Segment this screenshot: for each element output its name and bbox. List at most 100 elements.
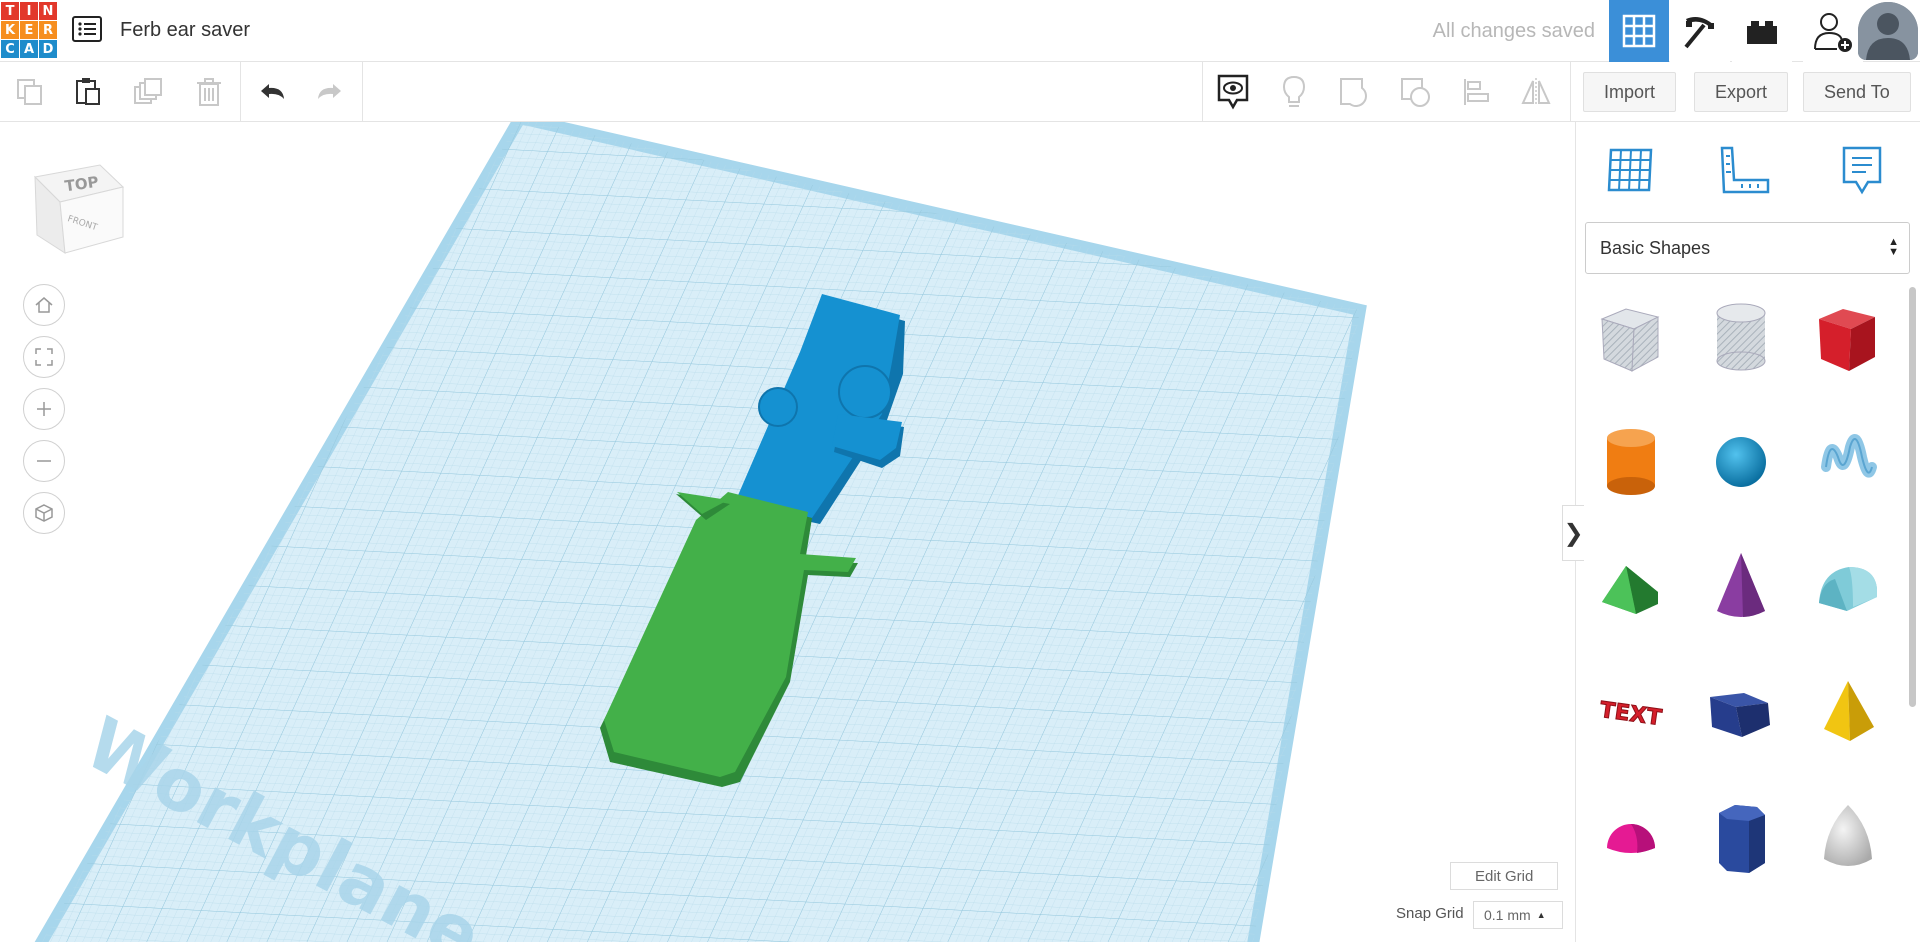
design-list-button[interactable] <box>72 16 102 44</box>
text-shape-label: TEXT <box>1598 698 1663 731</box>
duplicate-button[interactable] <box>130 74 166 110</box>
notes-visibility-button[interactable] <box>1215 74 1251 110</box>
shape-sphere[interactable] <box>1701 417 1781 507</box>
panel-collapse-button[interactable]: ❯ <box>1562 505 1584 561</box>
avatar[interactable] <box>1858 2 1918 60</box>
undo-icon <box>261 84 284 99</box>
shape-pyramid[interactable] <box>1808 667 1888 757</box>
user-avatar-icon <box>1858 2 1918 60</box>
3d-design-grid-icon <box>1622 14 1656 48</box>
design-list-icon <box>72 16 102 42</box>
align-button[interactable] <box>1459 74 1495 110</box>
mirror-button[interactable] <box>1518 74 1554 110</box>
fit-view-button[interactable] <box>23 336 65 378</box>
workplane-scene[interactable]: Workplane <box>0 122 1575 942</box>
zoom-out-icon <box>37 460 51 462</box>
copy-button[interactable] <box>12 74 48 110</box>
shape-category-select[interactable]: Basic Shapes ▲ ▼ <box>1585 222 1910 274</box>
logo-letter: A <box>20 40 38 58</box>
top-bar: TIN KER CAD Ferb ear saver All changes sav… <box>0 0 1920 62</box>
zoom-out-button[interactable] <box>23 440 65 482</box>
shape-wedge[interactable] <box>1701 667 1781 757</box>
delete-button[interactable] <box>191 74 227 110</box>
shape-roof[interactable] <box>1591 542 1671 632</box>
box-icon <box>1819 309 1875 371</box>
bricks-view-button[interactable] <box>1732 0 1792 62</box>
shapes-scrollbar[interactable] <box>1909 287 1916 707</box>
undo-button[interactable] <box>254 74 290 110</box>
shape-box[interactable] <box>1808 292 1888 382</box>
toolbar-divider <box>240 62 241 122</box>
invite-collaborator-button[interactable] <box>1803 0 1863 62</box>
snap-grid-select[interactable]: 0.1 mm ▲ <box>1473 901 1563 929</box>
design-title[interactable]: Ferb ear saver <box>120 19 250 42</box>
redo-icon <box>318 84 341 99</box>
workplane-grid-icon <box>1607 148 1653 192</box>
shape-scribble[interactable] <box>1808 417 1888 507</box>
half-sphere-icon <box>1607 824 1655 853</box>
cylinder-hole-icon <box>1716 303 1766 371</box>
cone-icon <box>1717 553 1765 617</box>
ungroup-icon <box>1401 78 1430 107</box>
logo-letter: T <box>1 2 19 20</box>
toolbar-divider <box>1202 62 1203 122</box>
paste-icon <box>76 78 100 105</box>
mirror-icon <box>1521 78 1551 106</box>
logo-letter: I <box>20 2 38 20</box>
pyramid-icon <box>1824 681 1874 741</box>
minecraft-build-button[interactable] <box>1670 0 1730 62</box>
shape-category-value: Basic Shapes <box>1600 237 1711 258</box>
logo-letter: C <box>1 40 19 58</box>
3d-design-view-button[interactable] <box>1609 0 1669 62</box>
zoom-in-icon <box>37 402 51 416</box>
pickaxe-build-icon <box>1684 17 1714 49</box>
toolbar: Import Export Send To <box>0 62 1920 122</box>
show-all-button[interactable] <box>1276 74 1312 110</box>
snap-grid-value: 0.1 mm <box>1484 907 1531 923</box>
3d-viewport[interactable]: Workplane TOP FRONT Edit Grid Snap Grid … <box>0 122 1575 942</box>
text-shape-icon: TEXT <box>1598 697 1664 731</box>
shapes-panel: Basic Shapes ▲ ▼ TEXT <box>1575 122 1920 942</box>
polygon-icon <box>1719 805 1765 873</box>
logo-letter: E <box>20 21 38 39</box>
tab-ruler[interactable] <box>1714 140 1774 200</box>
import-button[interactable]: Import <box>1583 72 1677 112</box>
shape-cylinder-hole[interactable] <box>1701 292 1781 382</box>
export-button[interactable]: Export <box>1694 72 1789 112</box>
tinkercad-logo[interactable]: TIN KER CAD <box>0 0 58 60</box>
home-view-button[interactable] <box>23 284 65 326</box>
copy-icon <box>17 79 42 105</box>
align-icon <box>1464 79 1489 105</box>
paste-button[interactable] <box>70 74 106 110</box>
bricks-icon <box>1747 21 1777 44</box>
ruler-icon <box>1720 146 1770 194</box>
shape-paraboloid[interactable] <box>1808 792 1888 882</box>
fit-view-icon <box>35 348 53 366</box>
shape-cylinder[interactable] <box>1591 417 1671 507</box>
shape-half-sphere[interactable] <box>1591 792 1671 882</box>
round-roof-icon <box>1819 567 1877 611</box>
redo-button[interactable] <box>312 74 348 110</box>
delete-icon <box>197 78 221 106</box>
group-icon <box>1340 78 1367 107</box>
shape-polygon[interactable] <box>1701 792 1781 882</box>
notes-icon <box>1842 146 1882 195</box>
shape-text[interactable]: TEXT <box>1591 667 1671 757</box>
logo-letter: R <box>39 21 57 39</box>
sphere-icon <box>1716 437 1766 487</box>
notes-visibility-icon <box>1217 74 1249 110</box>
edit-grid-button[interactable]: Edit Grid <box>1450 862 1559 890</box>
send-to-button[interactable]: Send To <box>1803 72 1911 112</box>
shape-round-roof[interactable] <box>1808 542 1888 632</box>
perspective-button[interactable] <box>23 492 65 534</box>
save-status: All changes saved <box>1432 20 1595 42</box>
view-cube[interactable]: TOP FRONT <box>25 157 130 257</box>
tab-notes[interactable] <box>1832 140 1892 200</box>
shape-cone[interactable] <box>1701 542 1781 632</box>
zoom-in-button[interactable] <box>23 388 65 430</box>
select-arrows-icon: ▲ ▼ <box>1888 236 1899 258</box>
shape-box-hole[interactable] <box>1591 292 1671 382</box>
ungroup-button[interactable] <box>1397 74 1433 110</box>
tab-workplane[interactable] <box>1601 140 1661 200</box>
group-button[interactable] <box>1336 74 1372 110</box>
